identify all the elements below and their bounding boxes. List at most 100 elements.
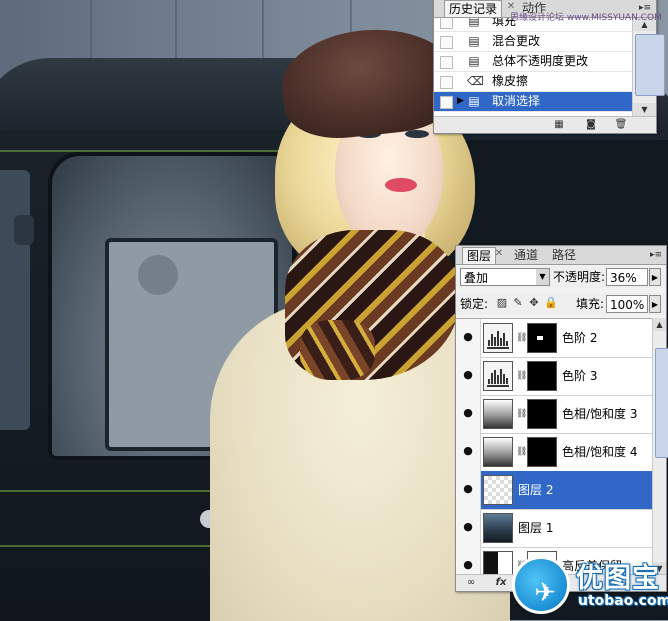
- lock-transparency-icon[interactable]: ▨: [496, 297, 508, 309]
- eye-icon[interactable]: ●: [461, 521, 475, 532]
- history-item-selected[interactable]: ▶ ▤ 取消选择: [434, 92, 632, 112]
- history-item-label: 橡皮擦: [492, 74, 529, 88]
- layer-row[interactable]: ● ⛓ 色阶 2: [456, 319, 652, 358]
- blend-opacity-row: 叠加 ▼ 不透明度: 36% ▶: [456, 266, 666, 288]
- snapshot-checkbox[interactable]: [440, 76, 453, 89]
- tab-history[interactable]: 历史记录: [444, 0, 503, 17]
- blend-mode-value: 叠加: [464, 271, 489, 285]
- history-footer: ▦ ◙ 🗑: [434, 116, 656, 133]
- link-layers-icon[interactable]: ∞: [464, 577, 478, 589]
- scrollbar-thumb[interactable]: [655, 348, 668, 458]
- history-item-label: 总体不透明度更改: [492, 54, 589, 68]
- link-icon[interactable]: ⛓: [516, 332, 527, 344]
- snapshot-checkbox[interactable]: [440, 56, 453, 69]
- layer-mask-thumbnail[interactable]: [527, 399, 557, 429]
- link-icon[interactable]: ⛓: [516, 370, 527, 382]
- fill-slider-arrow-icon[interactable]: ▶: [649, 295, 661, 313]
- document-icon: ▤: [468, 94, 480, 108]
- scroll-up-icon[interactable]: ▲: [653, 318, 666, 331]
- layer-mask-thumbnail[interactable]: [527, 437, 557, 467]
- history-list: ▤ 填充 ▤ 混合更改 ▤ 总体不透明度更改 ⌫ 橡皮擦 ▶ ▤ 取消选择: [434, 18, 632, 116]
- visibility-toggle[interactable]: ●: [456, 357, 481, 395]
- document-icon: ▤: [468, 18, 480, 28]
- layer-mask-thumbnail[interactable]: [527, 323, 557, 353]
- car-hinge: [14, 215, 34, 245]
- layer-row-selected[interactable]: ● 图层 2: [456, 471, 652, 510]
- eye-icon[interactable]: ●: [461, 407, 475, 418]
- layer-name: 色相/饱和度 3: [562, 407, 638, 421]
- mask-spot: [537, 336, 543, 340]
- history-item[interactable]: ▤ 混合更改: [434, 32, 632, 52]
- history-item-label: 混合更改: [492, 34, 541, 48]
- scrollbar-thumb[interactable]: [635, 34, 665, 96]
- levels-adjustment-thumbnail[interactable]: [483, 361, 513, 391]
- chevron-down-icon[interactable]: ▼: [536, 269, 549, 285]
- opacity-slider-arrow-icon[interactable]: ▶: [649, 268, 661, 286]
- visibility-toggle[interactable]: ●: [456, 471, 481, 509]
- layers-scrollbar[interactable]: ▲ ▼: [652, 318, 668, 575]
- layer-row[interactable]: ● ⛓ 色阶 3: [456, 357, 652, 396]
- eye-icon[interactable]: ●: [461, 559, 475, 570]
- eye-icon[interactable]: ●: [461, 445, 475, 456]
- lock-fill-row: 锁定: ▨ ✎ ✥ 🔒 填充: 100% ▶: [456, 293, 666, 315]
- blend-mode-select[interactable]: 叠加 ▼: [460, 268, 550, 286]
- panel-menu-icon[interactable]: ▸≡: [649, 249, 663, 261]
- lock-all-icon[interactable]: 🔒: [544, 297, 558, 309]
- transparent-layer-thumbnail[interactable]: [483, 475, 513, 505]
- trash-icon[interactable]: 🗑: [614, 119, 628, 131]
- logo-url: utobao.com: [578, 593, 668, 609]
- snapshot-checkbox[interactable]: [440, 18, 453, 29]
- visibility-toggle[interactable]: ●: [456, 433, 481, 471]
- layer-row[interactable]: ● 图层 1: [456, 509, 652, 548]
- tab-channels[interactable]: 通道: [510, 247, 542, 263]
- lock-pixels-icon[interactable]: ✎: [512, 297, 524, 309]
- levels-adjustment-thumbnail[interactable]: [483, 323, 513, 353]
- camera-icon[interactable]: ◙: [584, 119, 598, 131]
- history-scrollbar[interactable]: ▲ ▼: [632, 18, 665, 116]
- eye-icon[interactable]: ●: [461, 331, 475, 342]
- visibility-toggle[interactable]: ●: [456, 395, 481, 433]
- visibility-toggle[interactable]: ●: [456, 509, 481, 547]
- snapshot-checkbox[interactable]: [440, 36, 453, 49]
- lock-label: 锁定:: [460, 297, 489, 311]
- eye-icon[interactable]: ●: [461, 369, 475, 380]
- tab-layers[interactable]: 图层: [462, 247, 497, 264]
- photo-layer-thumbnail[interactable]: [483, 513, 513, 543]
- link-icon[interactable]: ⛓: [516, 446, 527, 458]
- fx-icon[interactable]: fx: [494, 577, 508, 589]
- opacity-input[interactable]: 36%: [606, 268, 648, 286]
- car-pinstripe: [0, 545, 230, 547]
- layer-list: ● ⛓ 色阶 2 ● ⛓ 色阶 3 ● ⛓ 色相/饱和度 3 ● ⛓ 色相/饱和…: [456, 318, 652, 576]
- new-document-icon[interactable]: ▦: [552, 119, 566, 131]
- logo-title: 优图宝: [576, 563, 660, 594]
- model-eye: [405, 130, 429, 138]
- visibility-toggle[interactable]: ●: [456, 319, 481, 357]
- visibility-toggle[interactable]: ●: [456, 547, 481, 576]
- link-icon[interactable]: ⛓: [516, 408, 527, 420]
- filter-layer-thumbnail[interactable]: [483, 551, 513, 576]
- layer-row[interactable]: ● ⛓ 色相/饱和度 3: [456, 395, 652, 434]
- close-icon[interactable]: ✕: [494, 248, 504, 260]
- layer-name: 图层 1: [518, 521, 554, 535]
- snapshot-checkbox[interactable]: [440, 96, 453, 109]
- history-state-marker-icon[interactable]: ▶: [457, 96, 464, 106]
- fill-label: 填充:: [576, 297, 605, 311]
- layer-name: 色阶 2: [562, 331, 598, 345]
- tab-paths[interactable]: 路径: [548, 247, 580, 263]
- layer-mask-thumbnail[interactable]: [527, 361, 557, 391]
- history-item[interactable]: ▤ 总体不透明度更改: [434, 52, 632, 72]
- hue-saturation-thumbnail[interactable]: [483, 399, 513, 429]
- fill-input[interactable]: 100%: [606, 295, 648, 313]
- hue-saturation-thumbnail[interactable]: [483, 437, 513, 467]
- site-logo: ✈ 优图宝 utobao.com: [510, 550, 668, 621]
- model-lips: [385, 178, 417, 192]
- eye-icon[interactable]: ●: [461, 483, 475, 494]
- history-item[interactable]: ⌫ 橡皮擦: [434, 72, 632, 92]
- histogram-icon: [487, 330, 509, 346]
- document-icon: ▤: [468, 34, 480, 48]
- lock-position-icon[interactable]: ✥: [528, 297, 540, 309]
- layer-name: 色阶 3: [562, 369, 598, 383]
- logo-badge: ✈: [512, 556, 570, 614]
- layer-row[interactable]: ● ⛓ 色相/饱和度 4: [456, 433, 652, 472]
- scroll-down-icon[interactable]: ▼: [633, 103, 656, 116]
